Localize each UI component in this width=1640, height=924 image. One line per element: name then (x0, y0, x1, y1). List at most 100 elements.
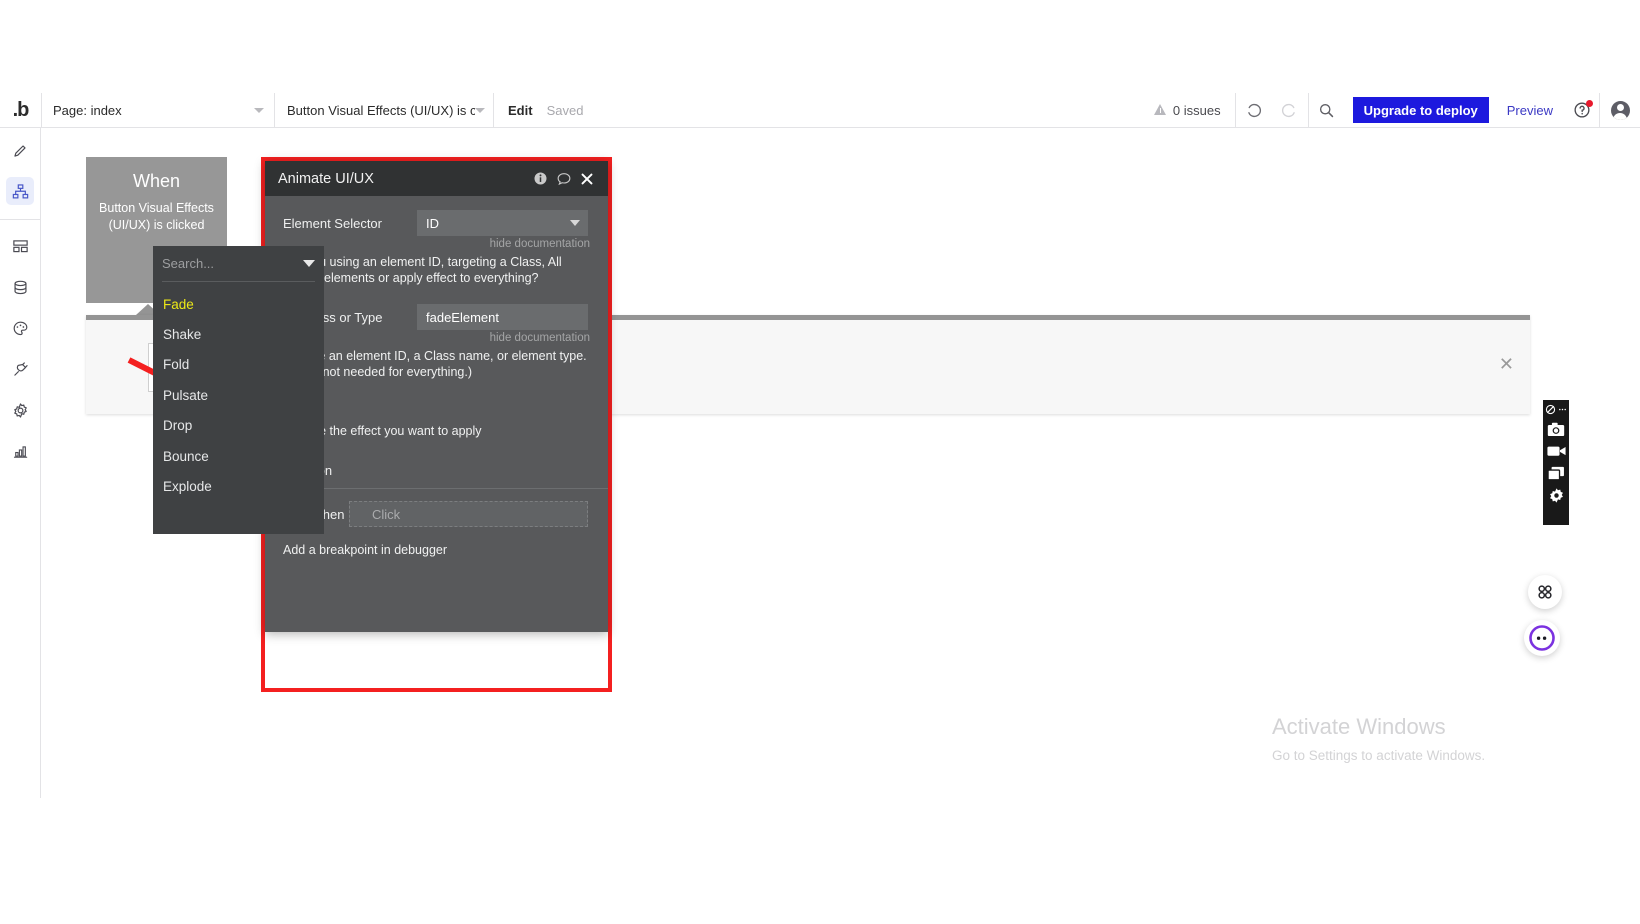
browser-chrome-band (0, 0, 1640, 93)
when-subtitle: Button Visual Effects (UI/UX) is clicked (86, 200, 227, 234)
search-button[interactable] (1309, 93, 1345, 128)
effect-dropdown-search[interactable]: Search... (153, 246, 324, 281)
gear-icon (12, 402, 29, 419)
plug-icon (12, 361, 29, 378)
main-toolbar: .b Page: index Button Visual Effects (UI… (0, 93, 1640, 128)
sidebar-item-design[interactable] (6, 136, 34, 164)
video-camera-icon (1547, 444, 1566, 458)
bubble-logo[interactable]: .b (0, 93, 41, 128)
effect-dropdown-list: Search... Fade Shake Fold Pulsate Drop B… (153, 246, 324, 534)
capture-brand-icon (1545, 404, 1556, 415)
grid-apps-icon (1536, 583, 1554, 601)
element-selector-doc: Are you using an element ID, targeting a… (283, 254, 590, 286)
capture-brand-row[interactable] (1543, 400, 1569, 418)
panel-close-button[interactable]: ✕ (1499, 354, 1514, 375)
app-root: .b Page: index Button Visual Effects (UI… (0, 0, 1640, 924)
camera-icon (1547, 422, 1565, 437)
sidebar-item-workflow[interactable] (6, 177, 34, 205)
upgrade-to-deploy-button[interactable]: Upgrade to deploy (1353, 97, 1489, 123)
effect-doc: Choose the effect you want to apply (283, 423, 590, 439)
effect-option-fade[interactable]: Fade (153, 289, 324, 319)
sidebar-item-data[interactable] (6, 273, 34, 301)
warning-triangle-icon (1154, 104, 1167, 116)
modal-info-button[interactable] (529, 161, 552, 196)
apps-grid-button[interactable] (1528, 575, 1562, 609)
avatar-icon (1611, 101, 1630, 120)
notification-dot (1586, 100, 1593, 107)
element-selector-value: ID (426, 216, 570, 231)
capture-window-button[interactable] (1543, 462, 1569, 484)
field-effect: Effect (283, 398, 590, 419)
issues-label: 0 issues (1173, 103, 1221, 118)
capture-settings-button[interactable] (1543, 484, 1569, 506)
watermark-subtitle: Go to Settings to activate Windows. (1272, 748, 1485, 763)
field-duration: Duration (283, 457, 590, 478)
spacer (283, 286, 590, 304)
effect-option-bounce[interactable]: Bounce (153, 441, 324, 471)
chevron-down-icon (475, 108, 485, 113)
database-icon (12, 279, 29, 296)
when-title: When (86, 171, 227, 192)
bar-chart-icon (12, 443, 29, 460)
effect-dropdown-search-placeholder: Search... (162, 256, 303, 271)
only-when-row: Only when Click (283, 501, 590, 527)
assistant-face-icon (1529, 625, 1555, 651)
sidebar-item-plugins[interactable] (6, 355, 34, 383)
window-icon (1547, 466, 1565, 481)
edit-tab[interactable]: Edit (494, 103, 547, 118)
rail-divider (0, 219, 41, 220)
modal-close-button[interactable] (575, 161, 598, 196)
effect-option-explode[interactable]: Explode (153, 471, 324, 501)
breakpoint-text[interactable]: Add a breakpoint in debugger (283, 543, 590, 557)
issues-indicator[interactable]: 0 issues (1140, 103, 1235, 118)
more-dots-icon (1558, 405, 1567, 414)
spacer (283, 439, 590, 457)
info-icon (533, 171, 548, 186)
caret-down-icon (570, 220, 580, 226)
id-class-type-value: fadeElement (426, 310, 580, 325)
left-icon-rail (0, 128, 41, 798)
layout-icon (12, 238, 29, 255)
undo-button[interactable] (1236, 93, 1272, 128)
only-when-input[interactable]: Click (349, 501, 588, 527)
modal-comment-button[interactable] (552, 161, 575, 196)
redo-icon (1281, 102, 1298, 119)
page-selector[interactable]: Page: index (42, 93, 274, 128)
capture-screenshot-button[interactable] (1543, 418, 1569, 440)
search-icon (1318, 102, 1335, 119)
effect-options: Fade Shake Fold Pulsate Drop Bounce Expl… (153, 282, 324, 502)
gear-icon (1548, 487, 1565, 504)
assistant-button[interactable] (1524, 620, 1560, 656)
help-button[interactable] (1565, 93, 1599, 128)
element-selector-label: Element Selector (283, 210, 417, 231)
field-id-class-type: ID, Class or Type fadeElement (283, 304, 590, 330)
saved-status: Saved (547, 103, 584, 118)
modal-header: Animate UI/UX (265, 161, 608, 196)
id-class-type-doc: Provide an element ID, a Class name, or … (283, 348, 590, 380)
caret-down-icon (303, 260, 315, 267)
effect-option-pulsate[interactable]: Pulsate (153, 380, 324, 410)
workflow-icon (12, 183, 29, 200)
element-selector-hide-doc-link[interactable]: hide documentation (283, 238, 590, 250)
preview-button[interactable]: Preview (1495, 103, 1565, 118)
chevron-down-icon (254, 108, 264, 113)
id-class-type-hide-doc-link[interactable]: hide documentation (283, 332, 590, 344)
capture-record-video-button[interactable] (1543, 440, 1569, 462)
modal-title: Animate UI/UX (278, 171, 529, 187)
screen-capture-toolbar (1543, 400, 1569, 525)
close-icon (580, 172, 594, 186)
sidebar-item-styles[interactable] (6, 314, 34, 342)
sidebar-item-settings[interactable] (6, 396, 34, 424)
sidebar-item-logs[interactable] (6, 437, 34, 465)
user-avatar-button[interactable] (1600, 93, 1640, 128)
id-class-type-input[interactable]: fadeElement (417, 304, 588, 330)
comment-icon (556, 171, 572, 187)
redo-button[interactable] (1272, 93, 1308, 128)
effect-option-drop[interactable]: Drop (153, 411, 324, 441)
effect-option-shake[interactable]: Shake (153, 319, 324, 349)
workflow-selector[interactable]: Button Visual Effects (UI/UX) is cli... (275, 93, 493, 128)
element-selector-dropdown[interactable]: ID (417, 210, 588, 236)
sidebar-item-elements-tree[interactable] (6, 232, 34, 260)
palette-icon (12, 320, 29, 337)
effect-option-fold[interactable]: Fold (153, 350, 324, 380)
